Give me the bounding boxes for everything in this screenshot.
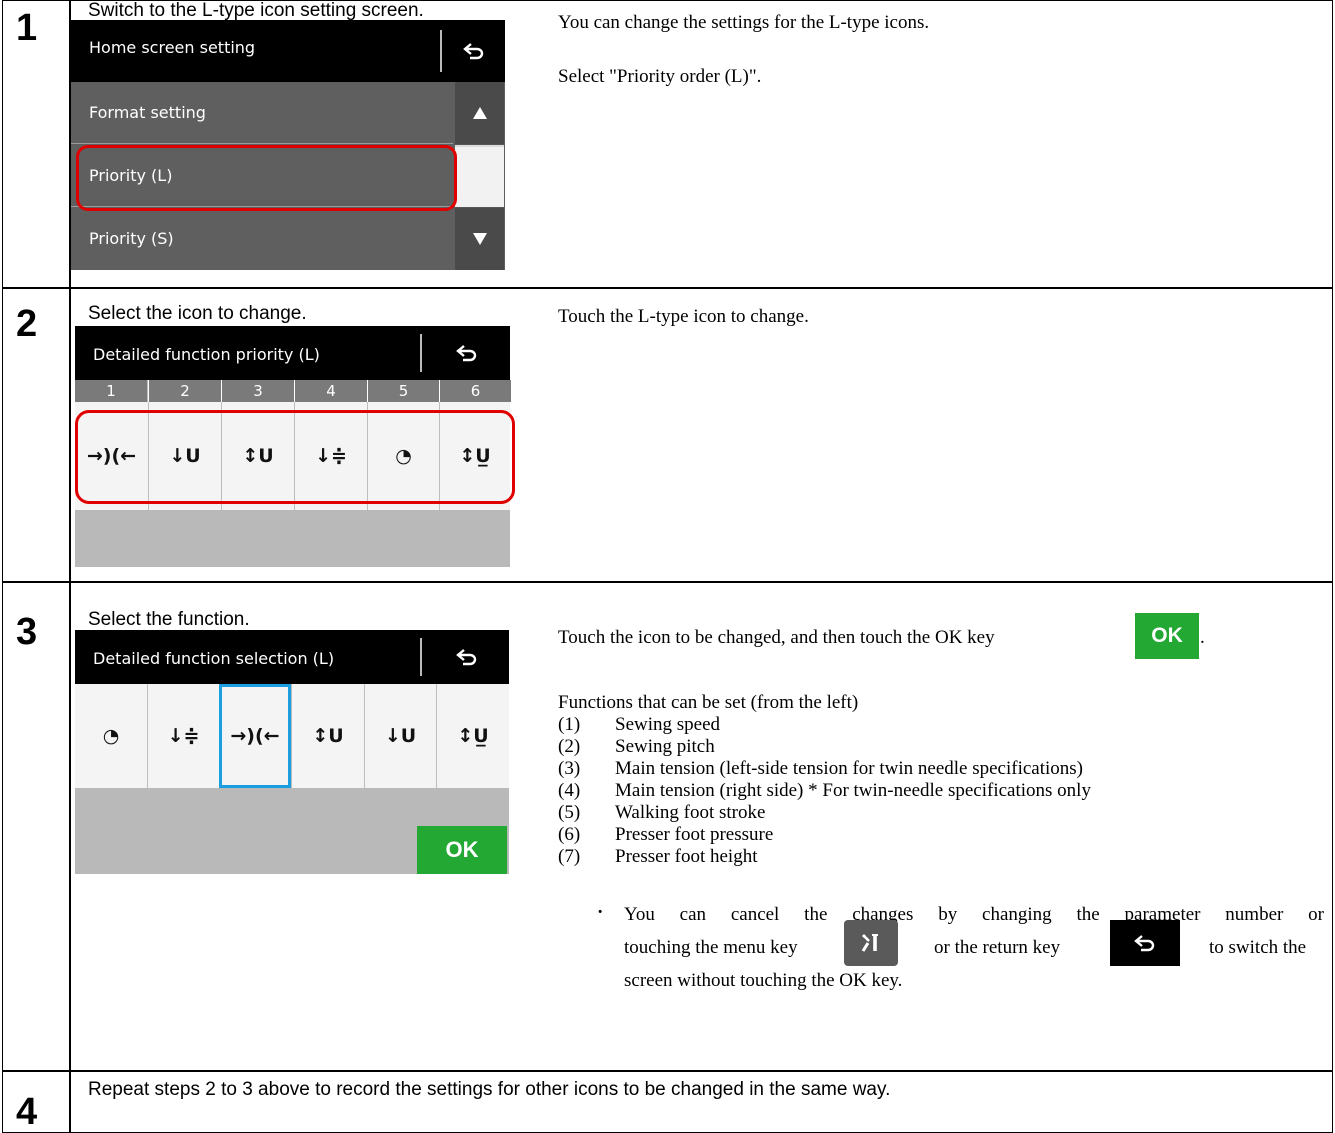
return-button[interactable] [427,326,507,380]
column-header: 6 [439,380,511,402]
column-header: 4 [294,380,367,402]
step-2-title: Select the icon to change. [88,303,307,324]
note-line-3: screen without touching the OK key. [624,970,903,991]
home-screen-setting-screen: Home screen setting Format setting Prior… [71,20,505,270]
column-header-row: 1 2 3 4 5 6 [75,380,511,402]
scroll-down-button[interactable] [455,208,504,270]
function-number: (6) [558,824,581,845]
column-header: 5 [367,380,439,402]
ok-key-icon: OK [1135,613,1199,659]
row-divider [2,287,1333,289]
presser-foot-pressure-icon[interactable]: ↓U [148,402,221,510]
header-separator [420,334,422,372]
note-line-2a: touching the menu key [624,937,798,958]
screen-header: Home screen setting [71,20,505,82]
return-icon [456,649,477,666]
return-button[interactable] [443,20,505,82]
screen-header: Detailed function priority (L) [75,326,510,380]
scrollbar[interactable] [455,82,504,270]
menu-item-format-setting[interactable]: Format setting [71,82,453,144]
detailed-function-selection-screen: Detailed function selection (L) ◔ ↓≑ →)(… [75,630,509,874]
function-label: Presser foot height [615,846,758,867]
step-1-instruction: Select "Priority order (L)". [558,66,762,87]
header-separator [420,638,422,676]
step-3-title: Select the function. [88,609,250,630]
step-3-number: 3 [16,611,38,653]
sewing-speed-icon[interactable]: ◔ [367,402,439,510]
return-icon [463,43,484,60]
presser-foot-pressure-icon[interactable]: ↓U [364,684,436,788]
function-number: (5) [558,802,581,823]
screen-header: Detailed function selection (L) [75,630,509,684]
screen-header-title: Home screen setting [89,38,256,57]
function-label: Main tension (left-side tension for twin… [615,758,1084,779]
screen-header-title: Detailed function selection (L) [93,649,335,668]
menu-key-icon [844,920,898,966]
return-icon [456,345,477,362]
presser-foot-height-icon[interactable]: ↕U̲ [439,402,510,510]
triangle-down-icon [472,233,487,245]
thread-tension-icon[interactable]: →)(← [219,684,291,788]
column-header: 3 [221,380,294,402]
step-1-number: 1 [16,7,38,49]
function-label: Walking foot stroke [615,802,766,823]
step-4-number: 4 [16,1091,38,1133]
detailed-function-priority-screen: Detailed function priority (L) 1 2 3 4 5… [75,326,515,567]
row-divider [2,581,1333,583]
note-line-1: You can cancel the changes by changing t… [624,904,1324,925]
sewing-speed-icon[interactable]: ◔ [75,684,147,788]
return-button[interactable] [427,630,507,684]
screen-header-title: Detailed function priority (L) [93,345,320,364]
menu-item-priority-l[interactable]: Priority (L) [71,145,453,207]
return-key-icon [1110,920,1180,966]
return-icon [1134,935,1155,952]
function-number: (4) [558,780,581,801]
scroll-up-button[interactable] [455,82,504,144]
functions-heading: Functions that can be set (from the left… [558,692,859,713]
tools-icon [861,934,878,952]
ok-button[interactable]: OK [417,826,507,874]
function-number: (2) [558,736,581,757]
function-label: Main tension (right side) * For twin-nee… [615,780,1091,801]
function-number: (3) [558,758,581,779]
step-3-lead-text: Touch the icon to be changed, and then t… [558,627,995,648]
column-header: 1 [75,380,147,402]
header-separator [440,30,442,72]
walking-foot-stroke-icon[interactable]: ↕U [221,402,294,510]
sewing-pitch-icon[interactable]: ↓≑ [147,684,219,788]
thread-tension-icon[interactable]: →)(← [75,402,148,510]
step-2-description: Touch the L-type icon to change. [558,306,809,327]
note-bullet: · [597,902,604,923]
step-1-description: You can change the settings for the L-ty… [558,12,930,33]
function-label: Sewing pitch [615,736,715,757]
function-label: Sewing speed [615,714,721,735]
sewing-pitch-icon[interactable]: ↓≑ [294,402,367,510]
triangle-up-icon [472,107,487,119]
step-3-lead-period: . [1200,627,1205,648]
step-4-title: Repeat steps 2 to 3 above to record the … [88,1079,891,1100]
step-2-number: 2 [16,303,38,345]
row-divider [2,1070,1333,1072]
menu-item-priority-s[interactable]: Priority (S) [71,208,453,270]
function-number: (7) [558,846,581,867]
function-number: (1) [558,714,581,735]
presser-foot-height-icon[interactable]: ↕U̲ [436,684,509,788]
note-line-2b: or the return key [934,937,1061,958]
function-label: Presser foot pressure [615,824,774,845]
note-line-2c: to switch the [1209,937,1307,958]
instruction-table: 1 Switch to the L-type icon setting scre… [2,0,1333,1133]
column-header: 2 [148,380,221,402]
scroll-track[interactable] [455,145,504,207]
walking-foot-stroke-icon[interactable]: ↕U [291,684,364,788]
